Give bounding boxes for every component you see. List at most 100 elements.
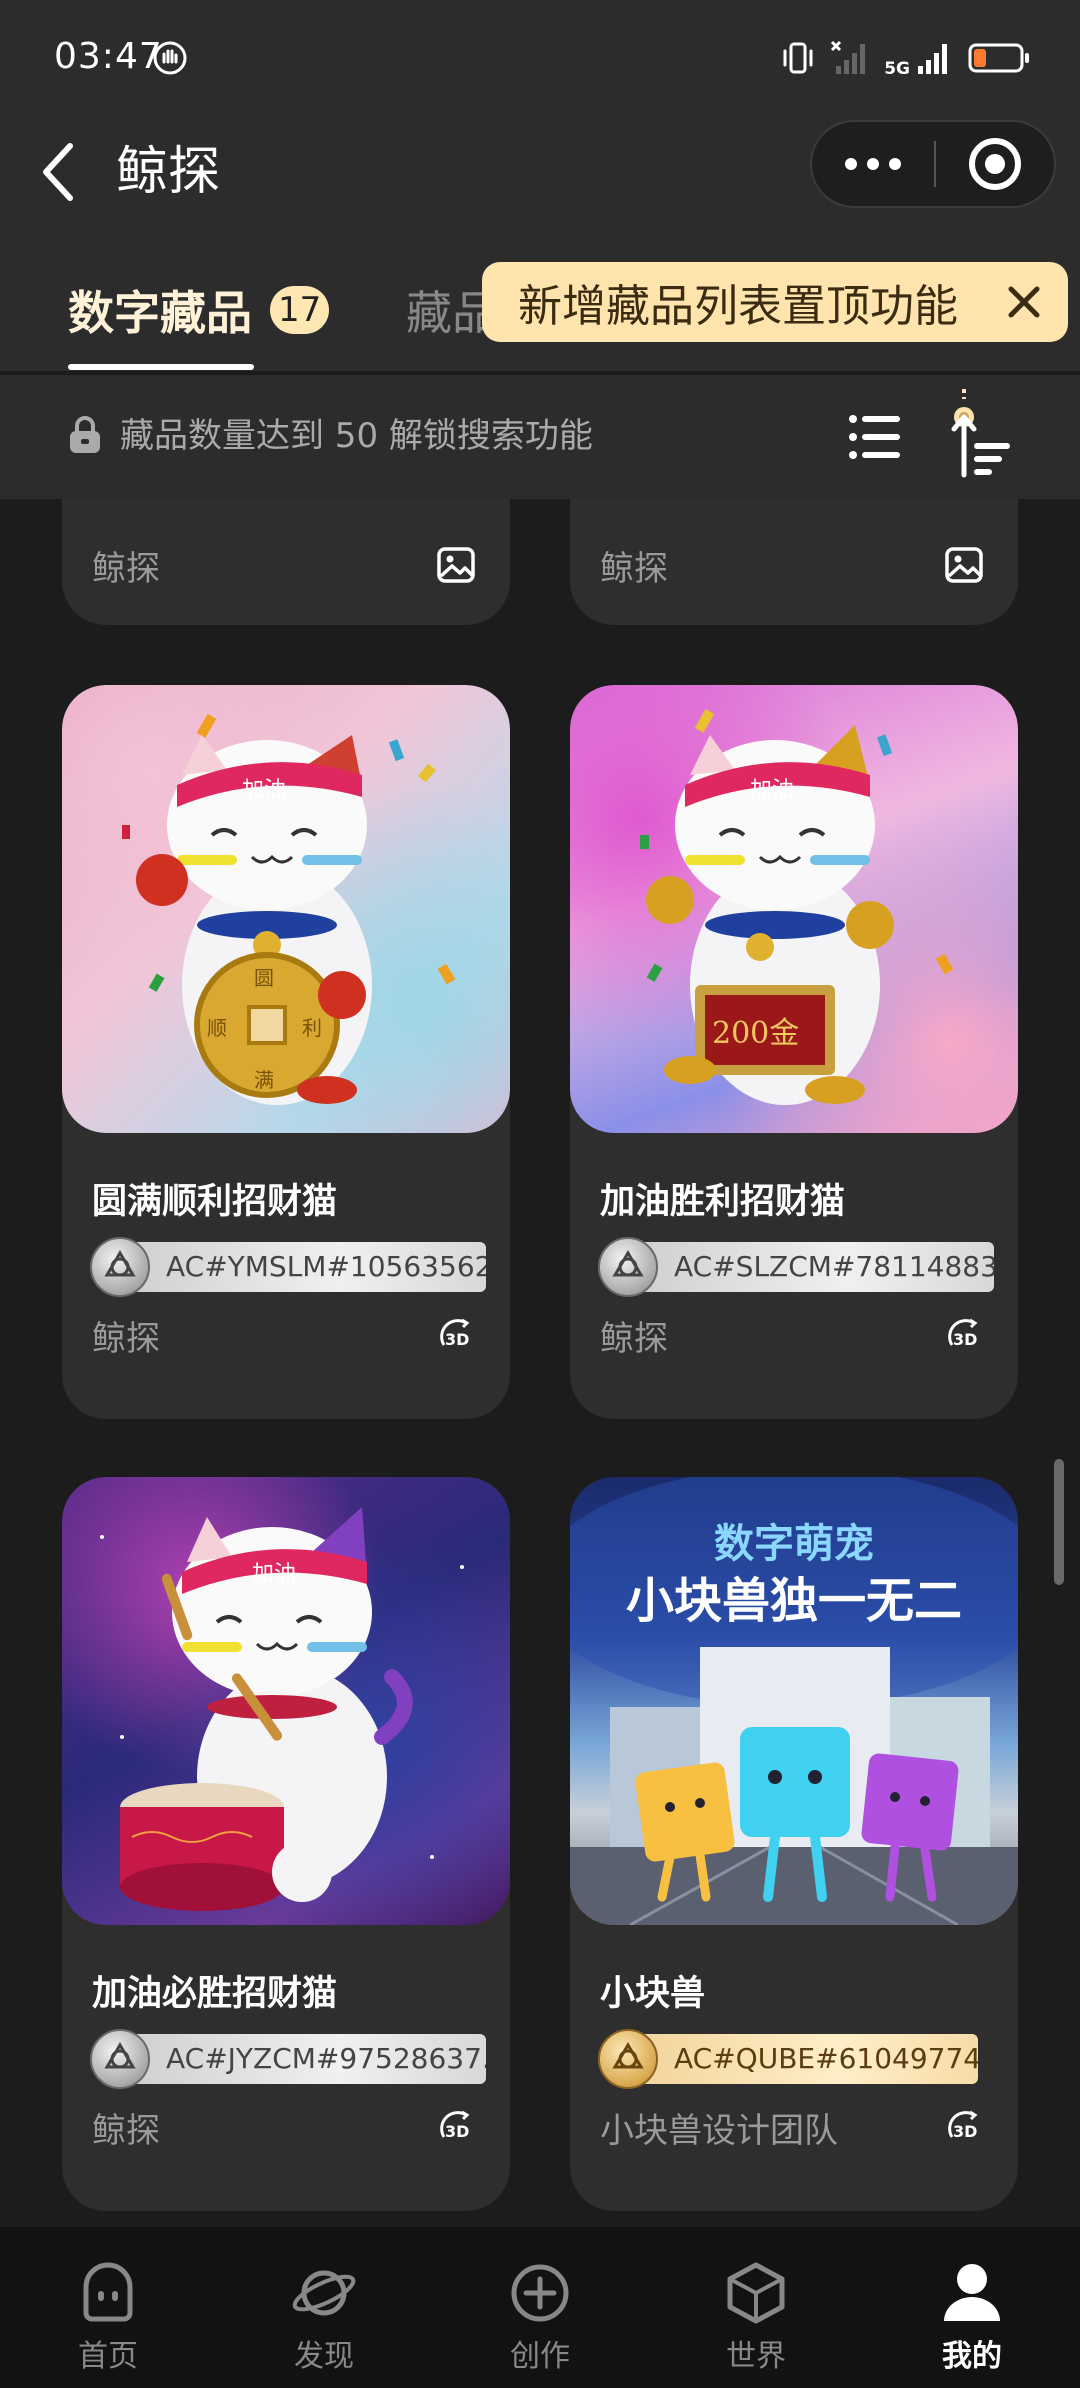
bottom-nav: 首页 发现 创作 世界 我的 [0, 2227, 1080, 2388]
card-creator: 鲸探 [92, 549, 160, 589]
nav-home[interactable]: 首页 [0, 2227, 216, 2388]
exit-button[interactable] [936, 122, 1054, 206]
collection-card[interactable]: 加油 200金 加油胜利招财猫 AC#SLZCM#78114883... 鲸探 … [570, 685, 1018, 1419]
card-name: 加油胜利招财猫 [600, 1182, 846, 1222]
card-image-lucky-cat-drum: 加油 [62, 1477, 510, 1925]
card-hash: AC#SLZCM#78114883... [598, 1237, 994, 1297]
nav-label: 发现 [294, 2339, 354, 2374]
status-bar: 03:47 5G [0, 0, 1080, 120]
qube-subtitle: 小块兽独一无二 [626, 1573, 962, 1629]
nav-discover[interactable]: 发现 [216, 2227, 432, 2388]
nav-world[interactable]: 世界 [648, 2227, 864, 2388]
collection-card[interactable]: 数字萌宠 小块兽独一无二 小块兽 AC#QUBE#61049774 小块兽设计团… [570, 1477, 1018, 2211]
hash-text: AC#JYZCM#97528637... [122, 2034, 486, 2084]
card-name: 小块兽 [600, 1974, 706, 2014]
lock-icon [70, 416, 100, 453]
scrollbar[interactable] [1054, 1459, 1064, 1585]
lucky-cat-illustration: 加油 圆 满 顺 利 [122, 713, 456, 1105]
tab-underline [68, 364, 254, 370]
svg-text:3D: 3D [445, 2122, 469, 2141]
tooltip-close-button[interactable] [998, 276, 1050, 328]
chain-logo-icon [598, 1237, 658, 1297]
lucky-cat-illustration: 加油 200金 [640, 708, 954, 1105]
hash-text: AC#SLZCM#78114883... [630, 1242, 994, 1292]
hash-text: AC#YMSLM#10563562... [122, 1242, 486, 1292]
collection-card[interactable]: 加油 加油必胜招财猫 AC#JYZCM#97528637... 鲸探 3D [62, 1477, 510, 2211]
more-button[interactable] [812, 122, 934, 206]
more-dots-icon [845, 158, 857, 170]
status-time: 03:47 [54, 36, 163, 77]
3d-icon: 3D [948, 2110, 977, 2141]
card-creator: 鲸探 [600, 549, 668, 589]
chain-logo-icon [90, 2029, 150, 2089]
card-name: 加油必胜招财猫 [92, 1974, 338, 2014]
card-hash: AC#JYZCM#97528637... [90, 2029, 486, 2089]
card-creator: 鲸探 [600, 1319, 668, 1359]
lucky-cat-illustration: 加油 [100, 1507, 464, 1911]
3d-icon: 3D [440, 1318, 469, 1349]
card-name: 圆满顺利招财猫 [92, 1182, 338, 1222]
qube-title: 数字萌宠 [714, 1521, 874, 1567]
planet-icon [292, 2270, 356, 2316]
search-lock-hint: 藏品数量达到 50 解锁搜索功能 [120, 416, 593, 456]
card-hash: AC#YMSLM#10563562... [90, 1237, 486, 1297]
svg-text:3D: 3D [953, 1330, 977, 1349]
signal-5g-icon [918, 44, 947, 74]
headband-text: 加油 [252, 1562, 296, 1587]
home-robot-icon [83, 2262, 133, 2322]
card-image-qube: 数字萌宠 小块兽独一无二 [570, 1477, 1018, 1925]
coin-char-right: 利 [302, 1016, 322, 1040]
vibrate-icon [783, 42, 813, 74]
collection-card[interactable]: 鲸探 [570, 499, 1018, 625]
collection-grid: 鲸探 鲸探 加油 圆 满 顺 利 圆满顺利招财猫 AC#YMSLM#105635… [0, 499, 1080, 2227]
collection-card[interactable]: 加油 圆 满 顺 利 圆满顺利招财猫 AC#YMSLM#10563562... … [62, 685, 510, 1419]
card-creator: 鲸探 [92, 1319, 160, 1359]
hash-text: AC#QUBE#6104977474 [630, 2034, 978, 2084]
nav-label: 首页 [78, 2339, 138, 2374]
image-icon [437, 547, 475, 583]
coin-char-top: 圆 [254, 966, 274, 990]
tab-label: 数字藏品 [68, 286, 252, 340]
tab-digital-collections[interactable]: 数字藏品 17 [68, 277, 330, 343]
card-creator: 小块兽设计团队 [600, 2111, 838, 2151]
coin-char-bottom: 满 [254, 1068, 274, 1092]
title-bar: 鲸探 [0, 120, 1080, 235]
card-image-lucky-cat-coin: 加油 圆 满 顺 利 [62, 685, 510, 1133]
nav-label: 我的 [942, 2339, 1002, 2374]
target-circle-icon [969, 138, 1021, 190]
count-badge: 17 [270, 286, 330, 334]
feature-tooltip: 新增藏品列表置顶功能 [482, 262, 1068, 342]
nav-mine[interactable]: 我的 [864, 2227, 1080, 2388]
3d-icon: 3D [440, 2110, 469, 2141]
list-icon[interactable] [848, 411, 902, 463]
card-image-lucky-cat-sign: 加油 200金 [570, 685, 1018, 1133]
chain-logo-icon [90, 1237, 150, 1297]
collection-card[interactable]: 鲸探 [62, 499, 510, 625]
svg-text:3D: 3D [953, 2122, 977, 2141]
image-icon [945, 547, 983, 583]
no-signal-icon [831, 40, 866, 74]
headband-text: 加油 [750, 778, 794, 803]
sort-pin-icon[interactable] [944, 389, 1012, 479]
card-creator: 鲸探 [92, 2111, 160, 2151]
back-button[interactable] [28, 132, 88, 212]
nav-label: 世界 [726, 2339, 786, 2374]
tooltip-text: 新增藏品列表置顶功能 [518, 281, 958, 332]
mini-program-capsule [810, 120, 1056, 208]
nav-label: 创作 [510, 2339, 570, 2374]
status-icons: 5G [780, 36, 1030, 80]
network-label: 5G [884, 59, 910, 79]
nav-create[interactable]: 创作 [432, 2227, 648, 2388]
sign-text: 200金 [712, 1016, 799, 1051]
hand-icon [153, 41, 187, 75]
filter-bar: 藏品数量达到 50 解锁搜索功能 [0, 375, 1080, 499]
coin-char-left: 顺 [207, 1016, 227, 1040]
qube-illustration: 数字萌宠 小块兽独一无二 [570, 1477, 1018, 1925]
card-hash: AC#QUBE#6104977474 [598, 2029, 978, 2089]
svg-text:3D: 3D [445, 1330, 469, 1349]
chevron-left-icon [43, 143, 73, 201]
user-icon [944, 2264, 1000, 2321]
3d-icon: 3D [948, 1318, 977, 1349]
cube-icon [727, 2262, 785, 2324]
plus-circle-icon [511, 2264, 569, 2322]
